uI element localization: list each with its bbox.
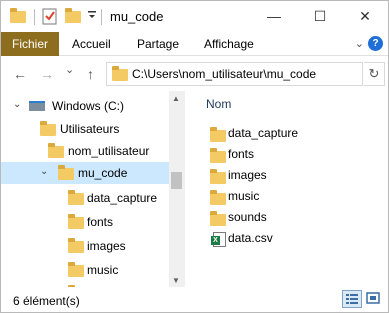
large-icons-view-button[interactable]	[364, 290, 384, 308]
tree-item-images[interactable]: images	[1, 235, 169, 257]
tab-file[interactable]: Fichier	[1, 32, 59, 56]
list-item[interactable]: X data.csv	[210, 228, 385, 249]
status-bar: 6 élément(s)	[1, 287, 388, 312]
list-item[interactable]: music	[210, 186, 385, 207]
scrollbar-thumb[interactable]	[171, 172, 182, 189]
excel-csv-icon: X	[211, 232, 226, 247]
expand-ribbon-icon[interactable]: ⌄	[355, 37, 364, 50]
large-icons-view-icon	[366, 292, 380, 304]
chevron-down-icon[interactable]: ⌄	[40, 166, 48, 177]
tree-item-label: nom_utilisateur	[68, 144, 150, 158]
navigation-pane: ⌄ Windows (C:) Utilisateurs nom_utilisat…	[1, 91, 184, 287]
tab-view[interactable]: Affichage	[204, 32, 254, 56]
list-item-label: music	[228, 189, 260, 203]
divider	[101, 9, 102, 25]
tree-item-windows-c[interactable]: ⌄ Windows (C:)	[1, 95, 169, 117]
customize-quick-access-icon[interactable]	[87, 7, 97, 26]
tree-item-utilisateurs[interactable]: Utilisateurs	[1, 118, 169, 140]
list-item-label: data.csv	[228, 231, 273, 245]
drive-icon	[29, 101, 45, 111]
tree-item-fonts[interactable]: fonts	[1, 211, 169, 233]
file-list: Nom data_capture fonts images music soun…	[185, 91, 388, 287]
tab-home[interactable]: Accueil	[72, 32, 111, 56]
item-count: 6 élément(s)	[13, 294, 80, 308]
tree-item-data-capture[interactable]: data_capture	[1, 187, 169, 209]
details-view-icon	[346, 294, 358, 304]
file-explorer-window: mu_code — ☐ ✕ Fichier Accueil Partage Af…	[0, 0, 389, 313]
forward-button[interactable]: →	[40, 66, 54, 82]
recent-locations-button[interactable]: ⌄	[65, 63, 74, 76]
tree-item-label: Utilisateurs	[60, 122, 120, 136]
list-item[interactable]: sounds	[210, 207, 385, 228]
column-header-name[interactable]: Nom	[206, 97, 231, 111]
back-button[interactable]: ←	[13, 66, 27, 82]
properties-icon[interactable]	[42, 7, 58, 28]
address-bar[interactable]: C:\Users\nom_utilisateur\mu_code	[106, 62, 363, 86]
chevron-down-icon[interactable]: ⌄	[13, 99, 21, 110]
up-button[interactable]: ↑	[87, 66, 94, 82]
list-item-label: data_capture	[228, 126, 299, 140]
details-view-button[interactable]	[342, 290, 362, 308]
list-item-label: sounds	[228, 210, 267, 224]
list-item[interactable]: data_capture	[210, 123, 385, 144]
list-item[interactable]: images	[210, 165, 385, 186]
tree-item-mu-code[interactable]: ⌄ mu_code	[1, 162, 169, 184]
list-item-label: images	[228, 168, 267, 182]
tree-item-label: images	[87, 239, 126, 253]
tree-item-label: Windows (C:)	[52, 99, 125, 113]
tree-item-label: music	[87, 263, 119, 277]
tree-item-nom-utilisateur[interactable]: nom_utilisateur	[1, 140, 169, 162]
help-icon[interactable]: ?	[368, 36, 383, 51]
navigation-bar: ← → ⌄ ↑ C:\Users\nom_utilisateur\mu_code…	[1, 57, 388, 91]
tree-item-label: data_capture	[87, 191, 158, 205]
address-path[interactable]: C:\Users\nom_utilisateur\mu_code	[132, 67, 316, 81]
divider	[34, 9, 35, 25]
refresh-button[interactable]: ↻	[364, 62, 385, 86]
tree-item-label: mu_code	[78, 166, 128, 180]
list-item-label: fonts	[228, 147, 255, 161]
tree-item-music[interactable]: music	[1, 259, 169, 281]
close-button[interactable]: ✕	[342, 1, 388, 31]
scroll-up-arrow-icon[interactable]: ▲	[172, 94, 180, 103]
tab-share[interactable]: Partage	[137, 32, 179, 56]
tree-scrollbar[interactable]: ▲ ▼	[169, 91, 184, 287]
tree-item-label: fonts	[87, 215, 114, 229]
window-title: mu_code	[110, 9, 164, 24]
list-item[interactable]: fonts	[210, 144, 385, 165]
scroll-down-arrow-icon[interactable]: ▼	[172, 276, 180, 285]
title-bar: mu_code — ☐ ✕	[1, 1, 388, 32]
maximize-button[interactable]: ☐	[297, 1, 343, 31]
minimize-button[interactable]: —	[251, 1, 297, 31]
ribbon-tabs: Fichier Accueil Partage Affichage ⌄ ?	[1, 32, 388, 56]
